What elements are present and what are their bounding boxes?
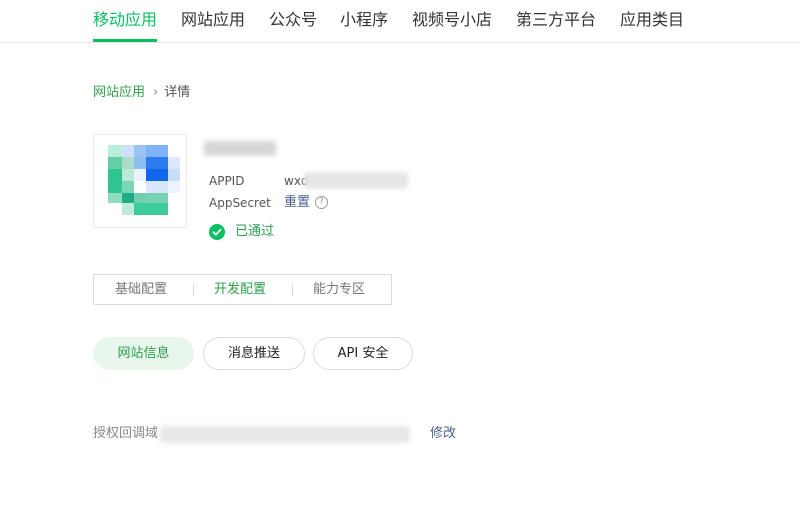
top-nav: 移动应用 网站应用 公众号 小程序 视频号小店 第三方平台 应用类目 — [0, 0, 801, 43]
approval-status: 已通过 — [235, 224, 275, 239]
check-circle-icon — [209, 224, 225, 240]
appsecret-label: AppSecret — [209, 196, 271, 210]
tab-third-party-platform[interactable]: 第三方平台 — [516, 9, 596, 31]
breadcrumb-parent-link[interactable]: 网站应用 — [93, 85, 145, 100]
breadcrumb-separator: › — [153, 85, 159, 100]
pill-website-info[interactable]: 网站信息 — [93, 337, 194, 370]
tab-mobile-app[interactable]: 移动应用 — [93, 9, 157, 31]
appid-label: APPID — [209, 174, 245, 188]
breadcrumb: 网站应用 › 详情 — [93, 84, 190, 102]
edit-domain-link[interactable]: 修改 — [430, 426, 456, 442]
app-name-redacted — [204, 141, 276, 156]
tab-website-app[interactable]: 网站应用 — [181, 9, 245, 31]
tab-mini-program[interactable]: 小程序 — [340, 9, 388, 31]
tab-official-account[interactable]: 公众号 — [269, 9, 317, 31]
tab-dev-config[interactable]: 开发配置 — [214, 282, 266, 298]
tab-channels-store[interactable]: 视频号小店 — [412, 9, 492, 31]
active-tab-indicator — [93, 39, 157, 42]
tab-capability-zone[interactable]: 能力专区 — [313, 282, 365, 298]
help-icon[interactable]: ? — [315, 196, 328, 209]
callback-domain-label: 授权回调域 — [93, 426, 159, 441]
tab-basic-config[interactable]: 基础配置 — [115, 282, 167, 298]
pill-api-security[interactable]: API 安全 — [313, 337, 413, 370]
appid-value-redacted — [304, 172, 408, 189]
reset-appsecret-link[interactable]: 重置 — [284, 195, 310, 211]
tab-divider — [193, 284, 194, 296]
app-icon — [93, 134, 187, 228]
check-mark-glyph — [212, 228, 222, 236]
pill-message-push[interactable]: 消息推送 — [203, 337, 305, 370]
breadcrumb-current: 详情 — [164, 85, 191, 100]
tab-app-category[interactable]: 应用类目 — [620, 9, 684, 31]
callback-domain-redacted — [160, 426, 410, 443]
tab-divider — [292, 284, 293, 296]
config-tabs: 基础配置 开发配置 能力专区 — [93, 274, 392, 305]
